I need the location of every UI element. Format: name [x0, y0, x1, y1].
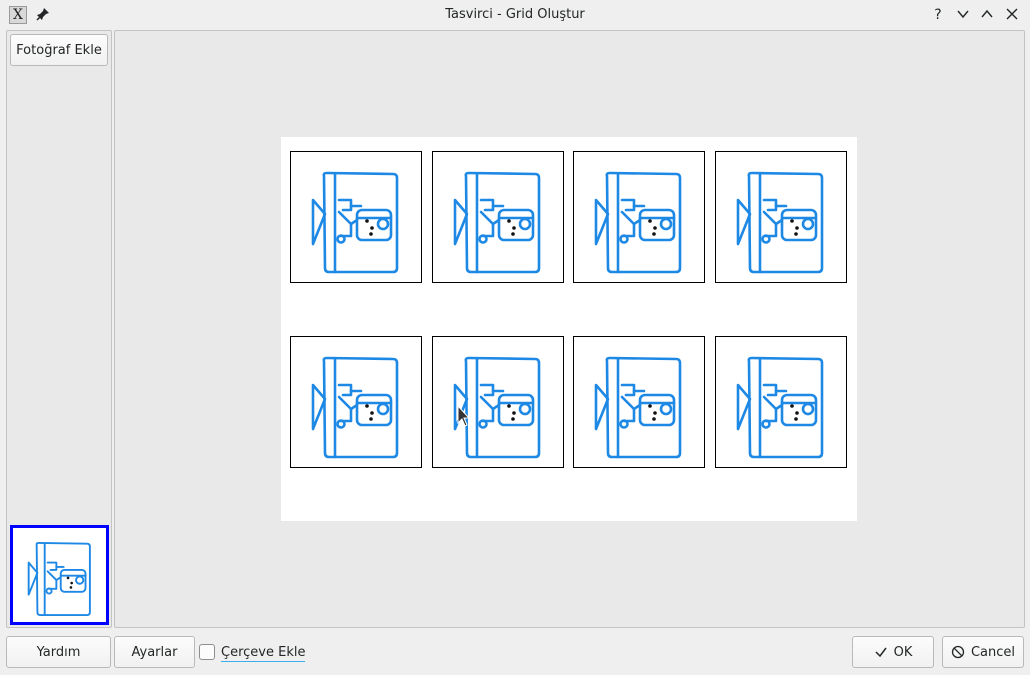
desk-person-illustration-icon [736, 171, 824, 274]
check-icon [875, 647, 887, 658]
frame-checkbox[interactable] [199, 644, 215, 660]
grid-cell[interactable] [573, 336, 705, 468]
grid-cell[interactable] [290, 151, 422, 283]
ok-button[interactable]: OK [852, 636, 934, 668]
grid-cell[interactable] [715, 151, 847, 283]
cancel-icon [951, 645, 965, 659]
svg-text:?: ? [934, 7, 941, 22]
cancel-label: Cancel [970, 644, 1016, 660]
grid-cell[interactable] [432, 336, 564, 468]
photo-thumbnail-selected[interactable] [10, 525, 109, 625]
window-title: Tasvirci - Grid Oluştur [445, 7, 585, 22]
desk-person-illustration-icon [27, 541, 91, 617]
close-icon[interactable] [1004, 6, 1020, 22]
help-icon[interactable]: ? [930, 6, 946, 22]
mouse-cursor-icon [457, 405, 470, 427]
maximize-icon[interactable] [979, 6, 995, 22]
desk-person-illustration-icon [311, 171, 399, 274]
desk-person-illustration-icon [311, 356, 399, 459]
desk-person-illustration-icon [594, 356, 682, 459]
ok-label: OK [893, 644, 913, 660]
grid-canvas [281, 137, 857, 521]
minimize-icon[interactable] [955, 6, 971, 22]
help-button[interactable]: Yardım [6, 636, 111, 668]
cancel-button[interactable]: Cancel [942, 636, 1024, 668]
settings-button[interactable]: Ayarlar [114, 636, 195, 668]
desk-person-illustration-icon [453, 356, 541, 459]
grid-cell[interactable] [573, 151, 705, 283]
grid-cell[interactable] [432, 151, 564, 283]
desk-person-illustration-icon [453, 171, 541, 274]
desk-person-illustration-icon [594, 171, 682, 274]
add-photo-button[interactable]: Fotoğraf Ekle [10, 34, 108, 66]
frame-checkbox-label[interactable]: Çerçeve Ekle [221, 644, 306, 662]
grid-cell[interactable] [290, 336, 422, 468]
grid-cell[interactable] [715, 336, 847, 468]
desk-person-illustration-icon [736, 356, 824, 459]
title-bar[interactable]: X Tasvirci - Grid Oluştur ? [0, 0, 1030, 29]
